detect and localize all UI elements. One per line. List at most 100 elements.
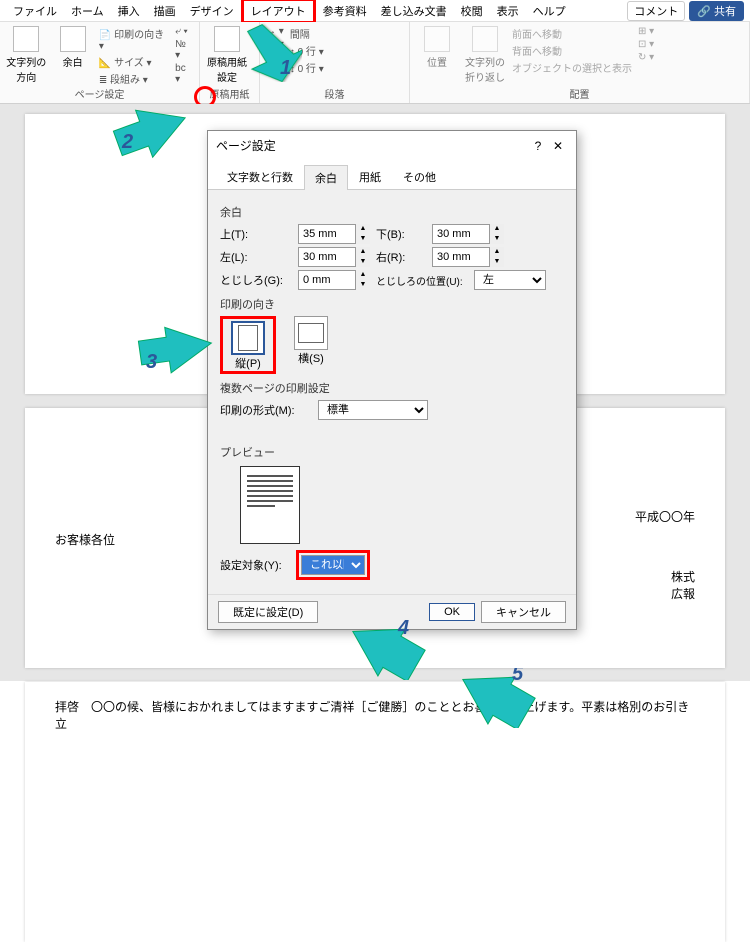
gutter-spinner[interactable]: ▲▼	[355, 270, 370, 290]
gutter-label: とじしろ(G):	[220, 272, 292, 288]
tab-view[interactable]: 表示	[490, 1, 526, 21]
tab-margins[interactable]: 余白	[304, 165, 348, 190]
tab-other[interactable]: その他	[392, 164, 447, 189]
wrap-button: 文字列の折り返し	[464, 26, 506, 84]
tab-references[interactable]: 参考資料	[316, 1, 374, 21]
tab-help[interactable]: ヘルプ	[526, 1, 573, 21]
bring-front-button: 前面へ移動	[512, 26, 632, 41]
hyphenation-button[interactable]: bc ▾	[175, 63, 193, 85]
tab-home[interactable]: ホーム	[64, 1, 111, 21]
orientation-landscape[interactable]: 横(S)	[290, 316, 332, 366]
ribbon: 文字列の方向 余白 📄 印刷の向き ▾ 📐 サイズ ▾ ≣ 段組み ▾ ⤶ ▾ …	[0, 22, 750, 104]
position-label: 位置	[427, 54, 447, 69]
ok-button[interactable]: OK	[429, 603, 475, 621]
margin-button[interactable]: 余白	[52, 26, 92, 86]
margin-section-header: 余白	[220, 204, 564, 220]
spacing-after[interactable]: ↕ 0 行 ▾	[290, 60, 324, 75]
spacing-before[interactable]: ↕ 0 行 ▾	[290, 43, 324, 58]
ribbon-group-page-setup: 文字列の方向 余白 📄 印刷の向き ▾ 📐 サイズ ▾ ≣ 段組み ▾ ⤶ ▾ …	[0, 22, 200, 103]
line-numbers-button[interactable]: № ▾	[175, 39, 193, 61]
tab-file[interactable]: ファイル	[6, 1, 64, 21]
tab-review[interactable]: 校閲	[454, 1, 490, 21]
size-label: サイズ	[114, 58, 144, 69]
tab-layout[interactable]: レイアウト	[241, 0, 316, 24]
portrait-icon	[231, 321, 265, 355]
selection-pane-button[interactable]: オブジェクトの選択と表示	[512, 60, 632, 75]
group-button: ⊡ ▾	[638, 39, 654, 50]
top-spinner[interactable]: ▲▼	[355, 224, 370, 244]
margin-label: 余白	[63, 54, 83, 69]
apply-to-select[interactable]: これ以降	[301, 555, 365, 575]
tab-chars-lines[interactable]: 文字数と行数	[216, 164, 304, 189]
print-format-label: 印刷の形式(M):	[220, 402, 312, 418]
group-title-manuscript: 原稿用紙	[206, 86, 253, 103]
manuscript-label: 原稿用紙設定	[206, 54, 248, 84]
tab-paper[interactable]: 用紙	[348, 164, 392, 189]
spacing-before-val: 0 行	[298, 47, 316, 58]
bottom-spinner[interactable]: ▲▼	[489, 224, 504, 244]
set-default-button[interactable]: 既定に設定(D)	[218, 601, 318, 623]
group-title-page-setup: ページ設定	[6, 86, 193, 103]
manuscript-icon	[214, 26, 240, 52]
ribbon-group-manuscript: 原稿用紙設定 原稿用紙	[200, 22, 260, 103]
tab-mailings[interactable]: 差し込み文書	[374, 1, 454, 21]
spacing-label: 間隔	[290, 26, 324, 41]
position-icon	[424, 26, 450, 52]
orientation-section-header: 印刷の向き	[220, 296, 564, 312]
cancel-button[interactable]: キャンセル	[481, 601, 566, 623]
ribbon-group-arrange: 位置 文字列の折り返し 前面へ移動 背面へ移動 オブジェクトの選択と表示 ⊞ ▾…	[410, 22, 750, 103]
manuscript-button[interactable]: 原稿用紙設定	[206, 26, 248, 84]
landscape-label: 横(S)	[298, 350, 324, 366]
share-button[interactable]: 🔗 共有	[689, 1, 744, 21]
send-back-button: 背面へ移動	[512, 43, 632, 58]
right-label: 右(R):	[376, 249, 426, 265]
gutter-pos-select[interactable]: 左	[474, 270, 546, 290]
portrait-label: 縦(P)	[235, 355, 261, 371]
columns-label: 段組み	[110, 75, 140, 86]
page-3[interactable]: 拝啓 〇〇の候、皆様におかれましてはますますご清祥［ご健勝］のこととお喜び申し上…	[25, 682, 725, 942]
dialog-tabs: 文字数と行数 余白 用紙 その他	[208, 160, 576, 190]
preview-section-header: プレビュー	[220, 444, 564, 460]
top-label: 上(T):	[220, 226, 292, 242]
breaks-button[interactable]: ⤶ ▾	[175, 26, 193, 37]
orientation-label: 印刷の向き	[114, 30, 164, 41]
landscape-icon	[294, 316, 328, 350]
menu-bar: ファイル ホーム 挿入 描画 デザイン レイアウト 参考資料 差し込み文書 校閲…	[0, 0, 750, 22]
wrap-icon	[472, 26, 498, 52]
group-title-paragraph: 段落	[266, 86, 403, 103]
page-setup-dialog: ページ設定 ? ✕ 文字数と行数 余白 用紙 その他 余白 上(T): ▲▼ 下…	[207, 130, 577, 630]
right-spinner[interactable]: ▲▼	[489, 247, 504, 267]
comment-label: コメント	[634, 6, 678, 18]
tab-design[interactable]: デザイン	[183, 1, 241, 21]
group-title-arrange: 配置	[416, 86, 743, 103]
help-button[interactable]: ?	[528, 139, 548, 153]
left-label: 左(L):	[220, 249, 292, 265]
position-button: 位置	[416, 26, 458, 84]
comment-button[interactable]: コメント	[627, 1, 685, 21]
indent-right[interactable]: ← ▾	[266, 39, 284, 50]
columns-button[interactable]: ≣ 段組み ▾	[99, 71, 169, 86]
text-direction-button[interactable]: 文字列の方向	[6, 26, 46, 86]
close-button[interactable]: ✕	[548, 139, 568, 153]
apply-to-label: 設定対象(Y):	[220, 557, 290, 573]
preview-icon	[240, 466, 300, 544]
rotate-button: ↻ ▾	[638, 52, 654, 63]
doc-body: 拝啓 〇〇の候、皆様におかれましてはますますご清祥［ご健勝］のこととお喜び申し上…	[55, 700, 689, 731]
spacing-after-val: 0 行	[298, 64, 316, 75]
wrap-label: 文字列の折り返し	[464, 54, 506, 84]
tab-insert[interactable]: 挿入	[111, 1, 147, 21]
text-direction-label: 文字列の方向	[6, 54, 46, 84]
print-format-select[interactable]: 標準	[318, 400, 428, 420]
orientation-button[interactable]: 📄 印刷の向き ▾	[99, 26, 169, 52]
left-spinner[interactable]: ▲▼	[355, 247, 370, 267]
margin-icon	[60, 26, 86, 52]
orientation-portrait[interactable]: 縦(P)	[227, 321, 269, 371]
size-button[interactable]: 📐 サイズ ▾	[99, 54, 169, 69]
indent-left[interactable]: → ▾	[266, 26, 284, 37]
dialog-title: ページ設定	[216, 137, 276, 154]
gutter-pos-label: とじしろの位置(U):	[376, 273, 468, 288]
ribbon-group-paragraph: → ▾ ← ▾ 間隔 ↕ 0 行 ▾ ↕ 0 行 ▾ 段落	[260, 22, 410, 103]
multi-page-section-header: 複数ページの印刷設定	[220, 380, 564, 396]
share-label: 共有	[714, 6, 736, 18]
tab-draw[interactable]: 描画	[147, 1, 183, 21]
